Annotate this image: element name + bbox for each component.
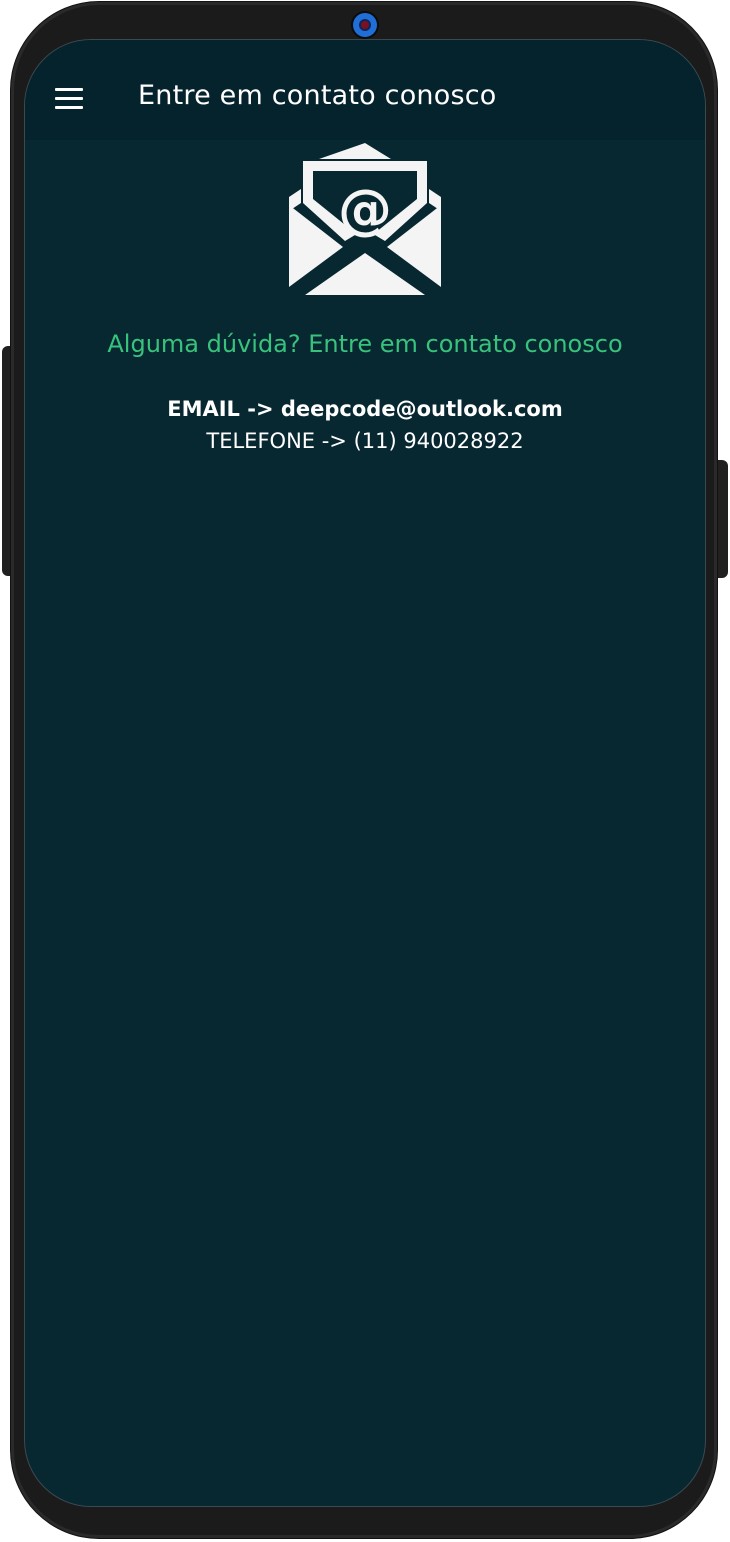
app-screen: Entre em contato conosco @ Alguma dúvida…	[25, 40, 705, 1506]
page-title: Entre em contato conosco	[138, 80, 497, 111]
svg-text:@: @	[338, 178, 392, 241]
app-bar: Entre em contato conosco	[25, 40, 705, 140]
front-camera	[353, 13, 377, 37]
envelope-at-icon: @	[289, 143, 441, 295]
contact-phone[interactable]: TELEFONE -> (11) 940028922	[25, 429, 705, 453]
contact-email[interactable]: EMAIL -> deepcode@outlook.com	[25, 397, 705, 421]
hamburger-menu-icon[interactable]	[53, 88, 85, 110]
contact-subtitle: Alguma dúvida? Entre em contato conosco	[107, 330, 623, 358]
